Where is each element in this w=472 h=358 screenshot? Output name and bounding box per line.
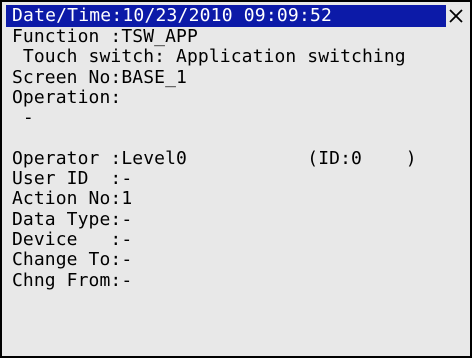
chng-from-line: Chng From:- <box>12 269 133 291</box>
title-bar: Date/Time:10/23/2010 09:09:52 <box>6 5 446 27</box>
action-no-line: Action No:1 <box>12 188 133 210</box>
log-detail-lines: Function :TSW_APP Touch switch: Applicat… <box>12 26 462 291</box>
close-button[interactable] <box>446 5 466 27</box>
operator-line: Operator :Level0 (ID:0 ) <box>12 147 417 169</box>
function-line: Function :TSW_APP <box>12 26 198 47</box>
screen-no-line: Screen No:BASE_1 <box>12 66 187 88</box>
close-icon <box>449 9 463 23</box>
user-id-line: User ID :- <box>12 168 133 190</box>
operation-line: Operation: <box>12 86 122 108</box>
function-description-line: Touch switch: Application switching <box>12 46 406 68</box>
change-to-line: Change To:- <box>12 249 133 271</box>
operation-value-line: - <box>12 107 34 129</box>
operation-log-detail-window: Date/Time:10/23/2010 09:09:52 Function :… <box>0 0 472 358</box>
date-time-title: Date/Time:10/23/2010 09:09:52 <box>12 5 333 26</box>
device-line: Device :- <box>12 228 133 250</box>
data-type-line: Data Type:- <box>12 208 133 230</box>
